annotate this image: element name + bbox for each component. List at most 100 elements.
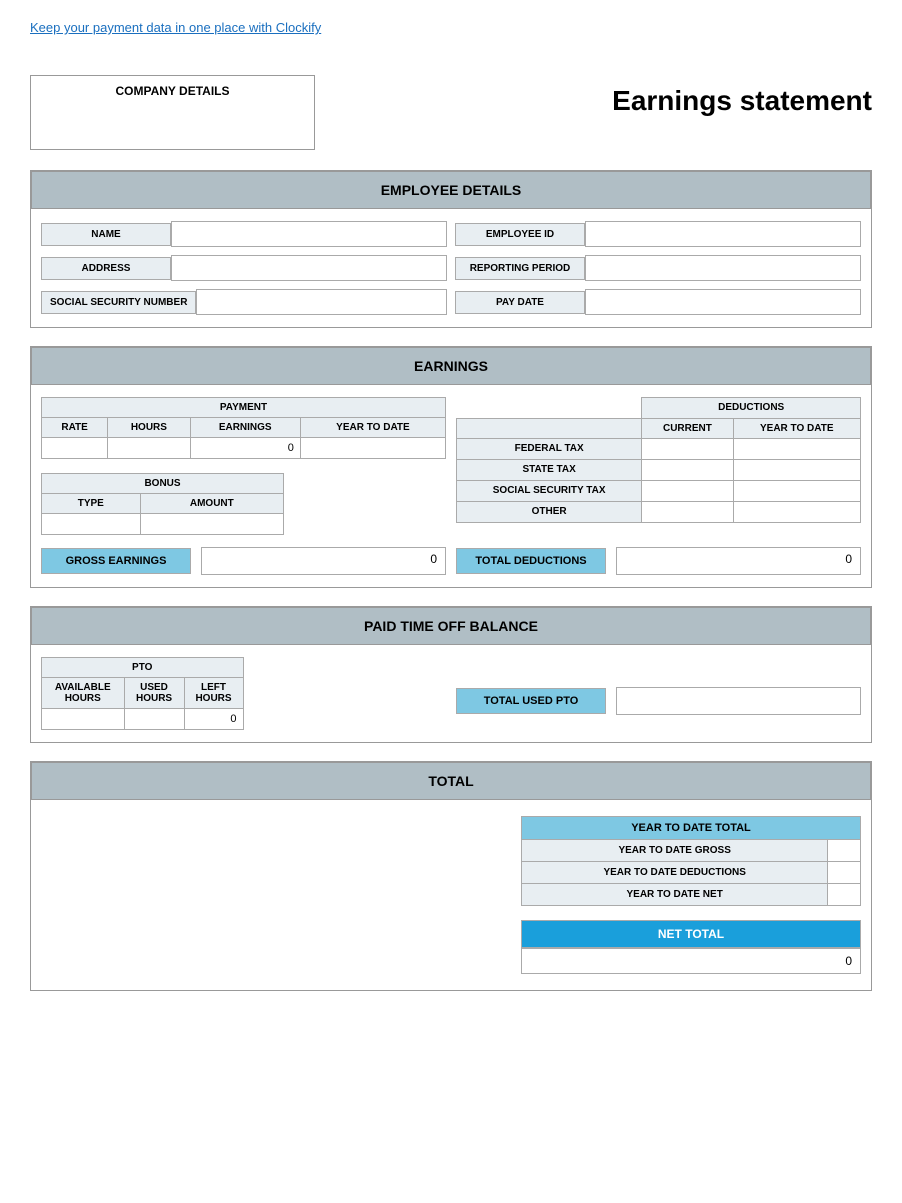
- payment-row: 0: [42, 438, 446, 459]
- deductions-table-title: DEDUCTIONS: [642, 398, 861, 419]
- ytd-wrapper: YEAR TO DATE TOTAL YEAR TO DATE GROSS YE…: [521, 816, 861, 974]
- ytd-net-label: YEAR TO DATE NET: [522, 884, 828, 906]
- pto-content: PTO AVAILABLE HOURS USED HOURS LEFT HOUR…: [31, 645, 871, 742]
- name-input[interactable]: [171, 221, 447, 247]
- earnings-header: EARNINGS: [31, 347, 871, 385]
- deductions-empty-header: [457, 398, 642, 419]
- payment-col-hours: HOURS: [108, 418, 190, 438]
- bonus-col-type: TYPE: [42, 494, 141, 514]
- company-details-label: COMPANY DETAILS: [115, 84, 229, 98]
- pto-col-available: AVAILABLE HOURS: [42, 678, 125, 709]
- ytd-gross-value: [828, 840, 861, 862]
- other-label: OTHER: [457, 501, 642, 522]
- company-details-box: COMPANY DETAILS: [30, 75, 315, 150]
- ytd-net-value: [828, 884, 861, 906]
- payment-col-earnings: EARNINGS: [190, 418, 300, 438]
- pto-available-cell: [42, 709, 125, 730]
- ss-tax-current: [642, 480, 733, 501]
- payment-col-rate: RATE: [42, 418, 108, 438]
- total-used-pto-value: [616, 687, 861, 715]
- employee-details-grid: NAME ADDRESS SOCIAL SECURITY NUMBER EMPL…: [31, 209, 871, 327]
- payment-col-ytd: YEAR TO DATE: [300, 418, 445, 438]
- employee-id-input[interactable]: [585, 221, 861, 247]
- pto-table-area: PTO AVAILABLE HOURS USED HOURS LEFT HOUR…: [41, 657, 446, 730]
- payment-area: PAYMENT RATE HOURS EARNINGS YEAR TO DATE…: [41, 397, 446, 535]
- federal-tax-ytd: [733, 438, 861, 459]
- ytd-gross-row: YEAR TO DATE GROSS: [522, 840, 861, 862]
- employee-details-header: EMPLOYEE DETAILS: [31, 171, 871, 209]
- gross-earnings-label: GROSS EARNINGS: [41, 548, 191, 574]
- pto-col-used: USED HOURS: [124, 678, 184, 709]
- deductions-row-ss: SOCIAL SECURITY TAX: [457, 480, 861, 501]
- ytd-deductions-label: YEAR TO DATE DEDUCTIONS: [522, 862, 828, 884]
- bonus-table-title: BONUS: [42, 474, 284, 494]
- employee-details-section: EMPLOYEE DETAILS NAME ADDRESS SOCIAL SEC…: [30, 170, 872, 328]
- pto-left-cell: 0: [184, 709, 243, 730]
- pay-date-label: PAY DATE: [455, 291, 585, 314]
- payment-hours-cell: [108, 438, 190, 459]
- total-deductions-area: TOTAL DEDUCTIONS 0: [456, 547, 861, 575]
- state-tax-ytd: [733, 459, 861, 480]
- payment-table: PAYMENT RATE HOURS EARNINGS YEAR TO DATE…: [41, 397, 446, 459]
- deductions-row-state: STATE TAX: [457, 459, 861, 480]
- pto-col-left: LEFT HOURS: [184, 678, 243, 709]
- ytd-table: YEAR TO DATE TOTAL YEAR TO DATE GROSS YE…: [521, 816, 861, 906]
- total-used-pto-label: TOTAL USED PTO: [456, 688, 606, 714]
- net-total-header: NET TOTAL: [521, 920, 861, 948]
- address-row: ADDRESS: [41, 255, 447, 281]
- earnings-section: EARNINGS PAYMENT RATE HOURS EARNINGS YEA…: [30, 346, 872, 588]
- bonus-area: BONUS TYPE AMOUNT: [41, 473, 446, 535]
- ytd-net-row: YEAR TO DATE NET: [522, 884, 861, 906]
- total-used-pto-area: TOTAL USED PTO: [456, 687, 861, 715]
- clockify-link[interactable]: Keep your payment data in one place with…: [30, 20, 872, 35]
- address-input[interactable]: [171, 255, 447, 281]
- total-deductions-value: 0: [616, 547, 861, 575]
- pay-date-row: PAY DATE: [455, 289, 861, 315]
- pto-table: PTO AVAILABLE HOURS USED HOURS LEFT HOUR…: [41, 657, 244, 730]
- ssn-input[interactable]: [196, 289, 447, 315]
- ssn-row: SOCIAL SECURITY NUMBER: [41, 289, 447, 315]
- ss-tax-ytd: [733, 480, 861, 501]
- ytd-total-header: YEAR TO DATE TOTAL: [522, 817, 861, 840]
- bonus-type-cell: [42, 514, 141, 535]
- other-current: [642, 501, 733, 522]
- total-deductions-label: TOTAL DEDUCTIONS: [456, 548, 606, 574]
- pto-row: 0: [42, 709, 244, 730]
- pto-section: PAID TIME OFF BALANCE PTO AVAILABLE HOUR…: [30, 606, 872, 743]
- address-label: ADDRESS: [41, 257, 171, 280]
- bonus-col-amount: AMOUNT: [140, 494, 283, 514]
- net-total-value: 0: [521, 948, 861, 974]
- ytd-deductions-value: [828, 862, 861, 884]
- reporting-period-input[interactable]: [585, 255, 861, 281]
- employee-details-left: NAME ADDRESS SOCIAL SECURITY NUMBER: [41, 221, 447, 315]
- ytd-deductions-row: YEAR TO DATE DEDUCTIONS: [522, 862, 861, 884]
- deductions-row-federal: FEDERAL TAX: [457, 438, 861, 459]
- name-row: NAME: [41, 221, 447, 247]
- payment-ytd-cell: [300, 438, 445, 459]
- deductions-table: DEDUCTIONS CURRENT YEAR TO DATE FEDERAL …: [456, 397, 861, 523]
- payment-table-title: PAYMENT: [42, 398, 446, 418]
- total-content: YEAR TO DATE TOTAL YEAR TO DATE GROSS YE…: [31, 800, 871, 990]
- reporting-period-label: REPORTING PERIOD: [455, 257, 585, 280]
- deductions-row-other: OTHER: [457, 501, 861, 522]
- state-tax-current: [642, 459, 733, 480]
- pto-used-cell: [124, 709, 184, 730]
- payment-rate-cell: [42, 438, 108, 459]
- earnings-totals-row: GROSS EARNINGS 0 TOTAL DEDUCTIONS 0: [31, 547, 871, 587]
- federal-tax-current: [642, 438, 733, 459]
- gross-earnings-area: GROSS EARNINGS 0: [41, 547, 446, 575]
- employee-details-right: EMPLOYEE ID REPORTING PERIOD PAY DATE: [455, 221, 861, 315]
- total-header: TOTAL: [31, 762, 871, 800]
- bonus-table: BONUS TYPE AMOUNT: [41, 473, 284, 535]
- employee-id-row: EMPLOYEE ID: [455, 221, 861, 247]
- pto-header: PAID TIME OFF BALANCE: [31, 607, 871, 645]
- bonus-row: [42, 514, 284, 535]
- name-label: NAME: [41, 223, 171, 246]
- pay-date-input[interactable]: [585, 289, 861, 315]
- state-tax-label: STATE TAX: [457, 459, 642, 480]
- federal-tax-label: FEDERAL TAX: [457, 438, 642, 459]
- reporting-period-row: REPORTING PERIOD: [455, 255, 861, 281]
- payment-earnings-cell: 0: [190, 438, 300, 459]
- total-section: TOTAL YEAR TO DATE TOTAL YEAR TO DATE GR…: [30, 761, 872, 991]
- ss-tax-label: SOCIAL SECURITY TAX: [457, 480, 642, 501]
